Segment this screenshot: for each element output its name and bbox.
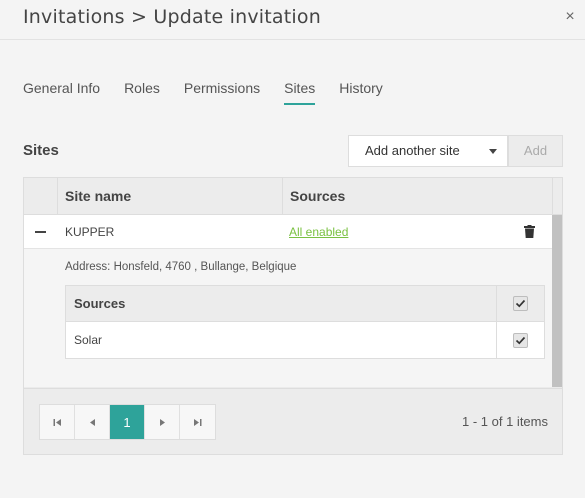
sites-heading: Sites [23, 142, 59, 159]
pager-info: 1 - 1 of 1 items [462, 414, 548, 429]
tab-permissions[interactable]: Permissions [184, 80, 260, 105]
first-page-button[interactable] [40, 405, 75, 439]
dialog-title: Invitations > Update invitation [23, 6, 321, 28]
add-button[interactable]: Add [508, 135, 563, 167]
column-divider [282, 178, 283, 214]
next-page-button[interactable] [145, 405, 180, 439]
next-page-icon [159, 418, 165, 426]
checkmark-icon [515, 299, 526, 308]
site-name-cell: KUPPER [65, 225, 115, 239]
site-address: Address: Honsfeld, 4760 , Bullange, Belg… [65, 261, 297, 273]
select-all-sources-checkbox[interactable] [513, 296, 528, 311]
last-page-button[interactable] [180, 405, 215, 439]
pagination-bar: 1 1 - 1 of 1 items [24, 388, 562, 454]
sources-detail-header: Sources [66, 286, 544, 322]
caret-down-icon [489, 149, 497, 154]
first-page-icon [53, 418, 61, 426]
last-page-icon [194, 418, 202, 426]
vertical-scrollbar[interactable] [552, 215, 562, 387]
pager: 1 [39, 404, 216, 440]
column-divider [552, 178, 553, 214]
column-divider [57, 178, 58, 214]
table-row: KUPPER All enabled [24, 215, 552, 249]
tab-bar: General Info Roles Permissions Sites His… [23, 80, 407, 106]
grid-content: KUPPER All enabled Address: Honsfeld, 47… [24, 215, 552, 387]
source-solar-checkbox[interactable] [513, 333, 528, 348]
sites-grid: Site name Sources KUPPER All enabled Add… [23, 177, 563, 455]
column-header-site-name[interactable]: Site name [65, 178, 131, 214]
prev-page-icon [89, 418, 95, 426]
sources-detail-table: Sources Solar [65, 285, 545, 359]
tab-sites[interactable]: Sites [284, 80, 316, 105]
column-header-sources[interactable]: Sources [290, 178, 345, 214]
tab-history[interactable]: History [339, 80, 383, 105]
sources-detail-header-label: Sources [74, 296, 126, 311]
checkmark-icon [515, 336, 526, 345]
source-name: Solar [74, 333, 103, 347]
page-1-button[interactable]: 1 [110, 405, 145, 439]
dropdown-value: Add another site [365, 143, 460, 158]
dialog-header: Invitations > Update invitation × [0, 0, 585, 40]
close-icon[interactable]: × [563, 8, 577, 26]
trash-icon[interactable] [524, 225, 535, 238]
prev-page-button[interactable] [75, 405, 110, 439]
collapse-icon[interactable] [35, 231, 46, 233]
tab-roles[interactable]: Roles [124, 80, 160, 105]
sources-link[interactable]: All enabled [289, 215, 348, 249]
column-divider [496, 286, 497, 358]
grid-header: Site name Sources [24, 178, 562, 215]
tab-general-info[interactable]: General Info [23, 80, 100, 105]
add-site-dropdown[interactable]: Add another site [348, 135, 508, 167]
